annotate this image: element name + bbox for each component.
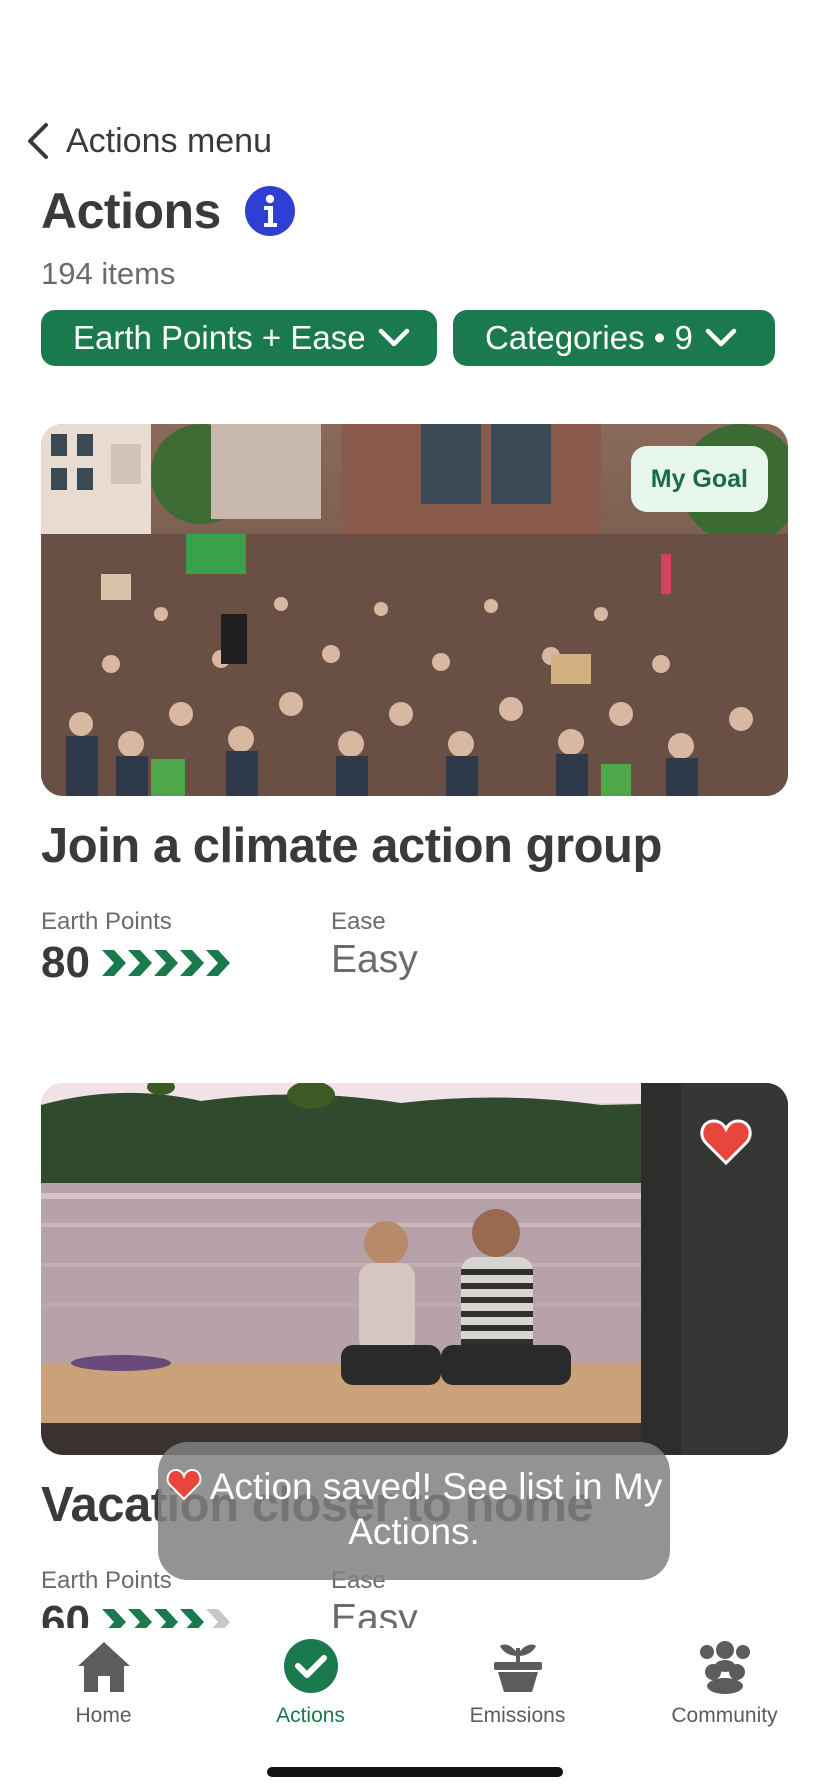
item-count: 194 items	[41, 256, 176, 291]
nav-label: Emissions	[469, 1704, 566, 1727]
card-stats: Earth Points 80 Ease Easy	[41, 908, 788, 988]
heart-icon	[166, 1469, 202, 1501]
page-title: Actions	[41, 183, 221, 239]
chevron-arrow-icon	[205, 950, 230, 976]
toast-message: Action saved! See list in My Actions.	[209, 1466, 663, 1552]
lake-couple-photo	[41, 1083, 788, 1455]
ease-value: Easy	[331, 938, 418, 981]
filter-bar: Earth Points + Ease Categories • 9	[41, 310, 775, 366]
card-title: Join a climate action group	[41, 819, 662, 873]
sprout-pot-icon	[493, 1644, 542, 1692]
back-label: Actions menu	[66, 121, 272, 160]
heart-icon[interactable]	[700, 1119, 752, 1165]
info-icon[interactable]	[244, 186, 295, 236]
people-group-icon	[699, 1641, 750, 1694]
nav-label: Actions	[276, 1704, 345, 1727]
back-button[interactable]: Actions menu	[24, 118, 272, 164]
sort-filter-button[interactable]: Earth Points + Ease	[41, 310, 437, 366]
home-indicator	[267, 1767, 563, 1777]
nav-label: Home	[75, 1704, 132, 1727]
chevron-arrow-icon	[101, 950, 126, 976]
chevron-left-icon	[28, 123, 48, 159]
check-circle-icon	[283, 1639, 338, 1693]
chevron-arrow-icon	[153, 950, 178, 976]
earth-points-label: Earth Points	[41, 908, 172, 935]
nav-community[interactable]: Community	[621, 1628, 828, 1792]
home-icon	[77, 1642, 130, 1692]
crowd-photo: My Goal	[41, 424, 788, 796]
categories-filter-label: Categories • 9	[485, 319, 693, 356]
chevron-arrow-icon	[127, 950, 152, 976]
chevron-arrow-icon	[179, 950, 204, 976]
earth-points-stat: Earth Points 80	[41, 908, 331, 988]
action-card[interactable]: My Goal Join a climate action group Eart…	[41, 424, 788, 988]
points-rating	[100, 948, 230, 978]
sort-filter-label: Earth Points + Ease	[73, 319, 366, 356]
earth-points-value: 80	[41, 938, 90, 987]
chevron-down-icon	[378, 328, 409, 347]
chevron-down-icon	[705, 328, 737, 347]
goal-badge: My Goal	[630, 446, 768, 512]
saved-toast[interactable]: Action saved! See list in My Actions.	[158, 1442, 670, 1580]
ease-label: Ease	[331, 908, 386, 935]
categories-filter-button[interactable]: Categories • 9	[453, 310, 775, 366]
title-row: Actions	[41, 182, 295, 240]
nav-home[interactable]: Home	[0, 1628, 207, 1792]
nav-label: Community	[671, 1704, 778, 1727]
ease-stat: Ease Easy	[331, 908, 621, 988]
